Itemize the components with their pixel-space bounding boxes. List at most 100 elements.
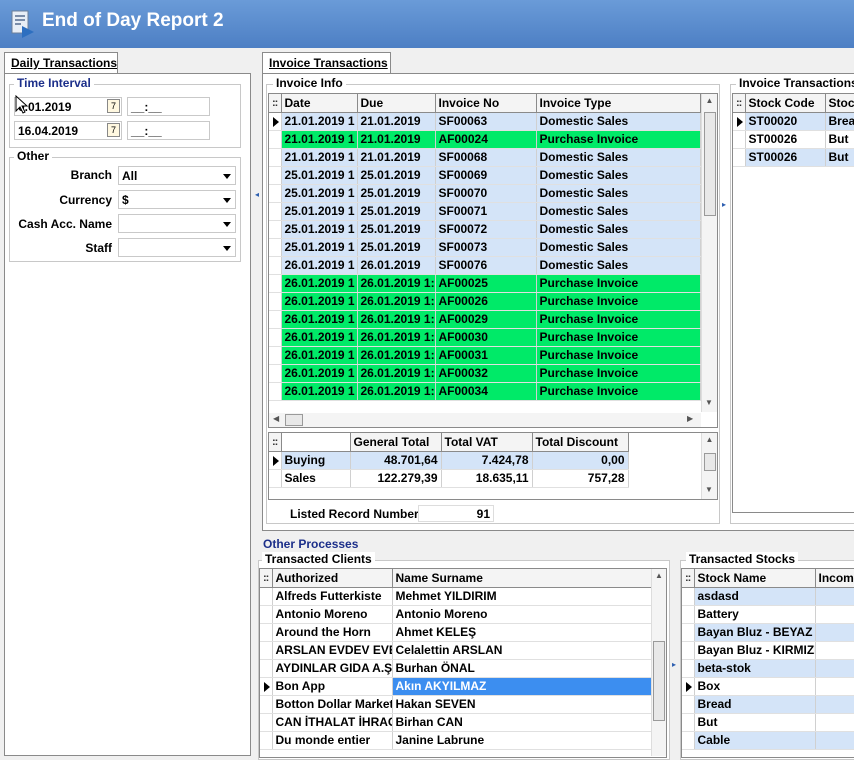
- start-date-field[interactable]: 0.01.2019: [14, 97, 122, 116]
- column-header-invoice-type[interactable]: Invoice Type: [536, 94, 701, 113]
- invoice-transaction-row[interactable]: ST00026 But: [733, 148, 854, 167]
- date-cell: 26.01.2019 1: [281, 346, 358, 365]
- grid-corner[interactable]: ::: [733, 94, 746, 113]
- grid-corner[interactable]: ::: [269, 94, 282, 113]
- scroll-up-icon[interactable]: ▲: [652, 571, 666, 580]
- cash-account-dropdown[interactable]: [118, 214, 236, 233]
- invoice-row[interactable]: 25.01.2019 1 25.01.2019 SF00070 Domestic Sa…: [269, 184, 701, 203]
- client-row[interactable]: Du monde entier Janine Labrune: [260, 731, 652, 750]
- invoice-row[interactable]: 26.01.2019 1 26.01.2019 1: AF00026 Purchase…: [269, 292, 701, 311]
- stock-row[interactable]: Box2: [682, 677, 854, 696]
- client-row[interactable]: Bon App Akın AKYILMAZ: [260, 677, 652, 696]
- invoice-transaction-row[interactable]: ST00020 Brea: [733, 112, 854, 131]
- stock-row[interactable]: Battery: [682, 605, 854, 624]
- client-row[interactable]: Around the Horn Ahmet KELEŞ: [260, 623, 652, 642]
- invoice-transaction-row[interactable]: ST00026 But: [733, 130, 854, 149]
- invoice-row[interactable]: 26.01.2019 1 26.01.2019 1: AF00032 Purchase…: [269, 364, 701, 383]
- splitter-handle[interactable]: ▸: [722, 200, 728, 220]
- invoice-row[interactable]: 21.01.2019 1 21.01.2019 SF00068 Domestic Sa…: [269, 148, 701, 167]
- column-header-stock-code[interactable]: Stock Code: [745, 94, 826, 113]
- client-row[interactable]: Botton Dollar Market Hakan SEVEN: [260, 695, 652, 714]
- column-header-due[interactable]: Due: [357, 94, 436, 113]
- grid-corner[interactable]: ::: [269, 433, 282, 452]
- scroll-thumb[interactable]: [285, 414, 303, 426]
- stock-name-cell: Brea: [825, 112, 854, 131]
- tab-daily-transactions[interactable]: Daily Transactions: [4, 52, 118, 74]
- column-header-general-total[interactable]: General Total: [350, 433, 442, 452]
- stock-row[interactable]: Bayan Bluz - KIRMIZI: [682, 641, 854, 660]
- invoice-type-cell: Domestic Sales: [536, 166, 701, 185]
- invoice-horizontal-scrollbar[interactable]: ◀ ▶: [269, 413, 701, 427]
- invoice-type-cell: Domestic Sales: [536, 256, 701, 275]
- invoice-row[interactable]: 26.01.2019 1 26.01.2019 1: AF00034 Purchase…: [269, 382, 701, 401]
- date-cell: 26.01.2019 1: [281, 274, 358, 293]
- invoice-row[interactable]: 26.01.2019 1 26.01.2019 1: AF00031 Purchase…: [269, 346, 701, 365]
- stock-row[interactable]: Bread: [682, 695, 854, 714]
- column-header-stock-name[interactable]: Stoc: [825, 94, 854, 113]
- end-date-field[interactable]: 16.04.2019: [14, 121, 122, 140]
- invoice-row[interactable]: 26.01.2019 1 26.01.2019 1: AF00030 Purchase…: [269, 328, 701, 347]
- scroll-thumb[interactable]: [704, 112, 716, 216]
- scroll-up-icon[interactable]: ▲: [702, 435, 717, 444]
- invoice-row[interactable]: 25.01.2019 1 25.01.2019 SF00073 Domestic Sa…: [269, 238, 701, 257]
- scroll-up-icon[interactable]: ▲: [702, 96, 717, 105]
- currency-dropdown[interactable]: $: [118, 190, 236, 209]
- total-discount-value: 0,00: [532, 451, 629, 470]
- current-row-icon: [264, 681, 270, 692]
- invoice-row[interactable]: 26.01.2019 1 26.01.2019 SF00076 Domestic Sa…: [269, 256, 701, 275]
- totals-vertical-scrollbar[interactable]: ▲ ▼: [701, 433, 717, 499]
- invoice-row[interactable]: 25.01.2019 1 25.01.2019 SF00072 Domestic Sa…: [269, 220, 701, 239]
- tab-invoice-transactions[interactable]: Invoice Transactions: [262, 52, 391, 74]
- invoice-row[interactable]: 21.01.2019 1 21.01.2019 AF00024 Purchase In…: [269, 130, 701, 149]
- column-header-income[interactable]: Incom: [815, 569, 854, 588]
- clients-vertical-scrollbar[interactable]: ▲: [651, 569, 666, 756]
- column-header-date[interactable]: Date: [281, 94, 358, 113]
- scroll-thumb[interactable]: [653, 641, 665, 721]
- row-indicator: [260, 731, 273, 750]
- stock-row[interactable]: asdasd: [682, 587, 854, 606]
- scroll-down-icon[interactable]: ▼: [705, 398, 713, 407]
- grid-corner[interactable]: ::: [682, 569, 695, 588]
- scroll-left-icon[interactable]: ◀: [273, 414, 279, 423]
- totals-row-sales[interactable]: Sales 122.279,39 18.635,11 757,28: [269, 469, 629, 488]
- scroll-thumb[interactable]: [704, 453, 716, 471]
- client-row[interactable]: Antonio Moreno Antonio Moreno: [260, 605, 652, 624]
- income-cell: [815, 605, 854, 624]
- client-row[interactable]: Alfreds Futterkiste Mehmet YILDIRIM: [260, 587, 652, 606]
- invoice-row[interactable]: 26.01.2019 1 26.01.2019 1: AF00025 Purchase…: [269, 274, 701, 293]
- stock-row[interactable]: beta-stok: [682, 659, 854, 678]
- client-row[interactable]: ARSLAN EVDEV EVE TACelalettin ARSLAN: [260, 641, 652, 660]
- end-time-field[interactable]: __:__: [127, 121, 210, 140]
- scroll-down-icon[interactable]: ▼: [705, 485, 713, 494]
- start-time-field[interactable]: __:__: [127, 97, 210, 116]
- column-header-total-discount[interactable]: Total Discount: [532, 433, 629, 452]
- client-row[interactable]: CAN İTHALAT İHRACABirhan CAN: [260, 713, 652, 732]
- calendar-icon[interactable]: 7: [107, 99, 120, 113]
- invoice-row[interactable]: 26.01.2019 1 26.01.2019 1: AF00029 Purchase…: [269, 310, 701, 329]
- grid-corner[interactable]: ::: [260, 569, 273, 588]
- branch-dropdown[interactable]: All: [118, 166, 236, 185]
- totals-row-buying[interactable]: Buying 48.701,64 7.424,78 0,00: [269, 451, 629, 470]
- due-cell: 26.01.2019: [357, 256, 436, 275]
- scroll-right-icon[interactable]: ▶: [687, 414, 693, 423]
- stock-row[interactable]: Bayan Bluz - BEYAZ -: [682, 623, 854, 642]
- name-surname-cell: Antonio Moreno: [392, 605, 652, 624]
- invoice-row[interactable]: 25.01.2019 1 25.01.2019 SF00069 Domestic Sa…: [269, 166, 701, 185]
- splitter-handle[interactable]: ◂: [255, 190, 260, 210]
- stock-name-cell: But: [694, 713, 816, 732]
- invoice-vertical-scrollbar[interactable]: ▲ ▼: [701, 94, 717, 412]
- column-header-invoice-no[interactable]: Invoice No: [435, 94, 537, 113]
- column-header-stock-name[interactable]: Stock Name: [694, 569, 816, 588]
- row-indicator: [269, 148, 282, 167]
- stock-row[interactable]: But: [682, 713, 854, 732]
- stock-row[interactable]: Cable: [682, 731, 854, 750]
- column-header-total-vat[interactable]: Total VAT: [441, 433, 533, 452]
- staff-dropdown[interactable]: [118, 238, 236, 257]
- client-row[interactable]: AYDINLAR GIDA A.Ş Burhan ÖNAL: [260, 659, 652, 678]
- invoice-row[interactable]: 25.01.2019 1 25.01.2019 SF00071 Domestic Sa…: [269, 202, 701, 221]
- calendar-icon[interactable]: 7: [107, 123, 120, 137]
- column-header-name-surname[interactable]: Name Surname: [392, 569, 652, 588]
- column-header-authorized[interactable]: Authorized: [272, 569, 393, 588]
- splitter-handle[interactable]: ▸: [672, 660, 678, 680]
- invoice-row[interactable]: 21.01.2019 1 21.01.2019 SF00063 Domestic Sa…: [269, 112, 701, 131]
